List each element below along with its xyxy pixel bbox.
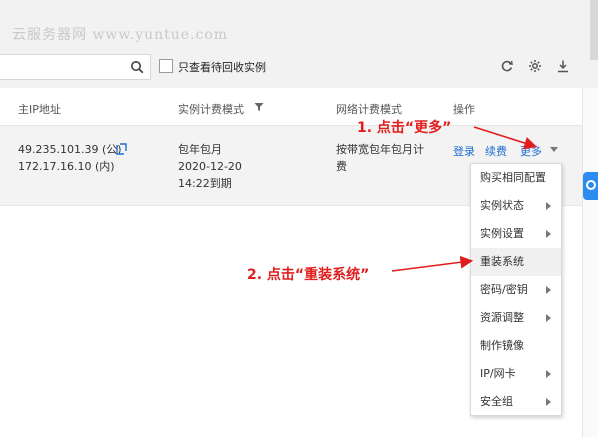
renew-link[interactable]: 续费 [485,143,507,159]
public-ip: 49.235.101.39 (公) [18,143,122,156]
search-icon[interactable] [130,60,144,74]
billing-type: 包年包月 [178,143,222,156]
more-caret-icon[interactable] [550,147,558,152]
watermark: 云服务器网 www.yuntue.com [12,27,229,43]
table-header [0,88,582,126]
menu-item-password-key[interactable]: 密码/密钥 [471,276,561,304]
annotation-step2: 2. 点击“重装系统” [247,267,370,283]
menu-item-instance-settings[interactable]: 实例设置 [471,220,561,248]
submenu-arrow-icon [546,370,551,378]
more-link[interactable]: 更多 [520,143,542,159]
header-network-billing: 网络计费模式 [336,103,402,116]
arrow-to-reinstall [391,255,474,272]
annotation-step1: 1. 点击“更多” [357,120,452,136]
submenu-arrow-icon [546,398,551,406]
window-edge [590,0,598,60]
submenu-arrow-icon [546,202,551,210]
menu-item-reinstall-system[interactable]: 重装系统 [471,248,561,276]
private-ip: 172.17.16.10 (内) [18,160,115,173]
side-service-icon[interactable] [583,172,598,200]
submenu-arrow-icon [546,314,551,322]
login-link[interactable]: 登录 [453,143,475,159]
menu-item-instance-status[interactable]: 实例状态 [471,192,561,220]
header-billing-mode[interactable]: 实例计费模式 [178,101,244,117]
menu-item-resource-adjust[interactable]: 资源调整 [471,304,561,332]
header-main-ip: 主IP地址 [18,103,61,116]
menu-item-buy-same-config[interactable]: 购买相同配置 [471,164,561,192]
search-input[interactable] [0,54,151,80]
more-menu: 购买相同配置 实例状态 实例设置 重装系统 密码/密钥 资源调整 制作镜像 IP… [470,163,562,416]
submenu-arrow-icon [546,286,551,294]
settings-icon[interactable] [528,59,542,73]
filter-icon[interactable] [254,102,264,112]
network-billing-line1: 按带宽包年包月计 [336,143,424,156]
pending-recycle-label: 只查看待回收实例 [178,61,266,74]
pending-recycle-checkbox[interactable] [159,59,173,73]
download-icon[interactable] [556,59,570,73]
menu-item-security-group[interactable]: 安全组 [471,388,561,416]
refresh-icon[interactable] [500,59,514,73]
header-actions: 操作 [453,103,475,116]
menu-item-ip-nic[interactable]: IP/网卡 [471,360,561,388]
expiry-date: 2020-12-20 [178,160,242,173]
submenu-arrow-icon [546,230,551,238]
menu-item-create-image[interactable]: 制作镜像 [471,332,561,360]
scrollbar[interactable] [582,88,598,437]
copy-ip-icon[interactable] [116,143,127,155]
network-billing-line2: 费 [336,160,347,173]
expiry-time: 14:22到期 [178,177,232,190]
